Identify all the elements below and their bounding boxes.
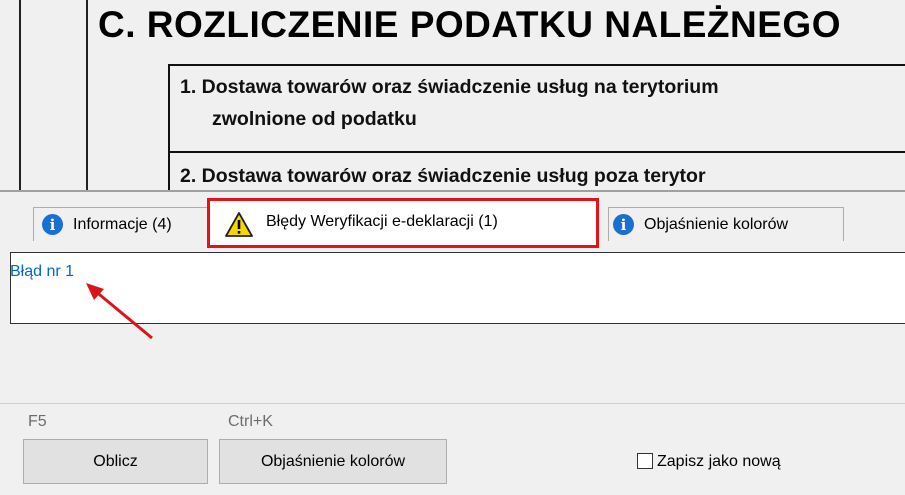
info-icon: i [613, 214, 634, 235]
save-as-new-label[interactable]: Zapisz jako nową [657, 453, 781, 471]
form-row-2-line-1: 2. Dostawa towarów oraz świadczenie usłu… [180, 165, 706, 187]
section-heading: C. ROZLICZENIE PODATKU NALEŻNEGO [98, 4, 841, 45]
color-legend-button[interactable]: Objaśnienie kolorów [219, 439, 447, 484]
tab-informacje-label: Informacje (4) [73, 215, 172, 233]
info-icon: i [42, 214, 63, 235]
form-border-left [19, 0, 21, 190]
annotation-arrow [86, 283, 153, 340]
form-row-1-line-1: 1. Dostawa towarów oraz świadczenie usłu… [180, 76, 719, 98]
calculate-button[interactable]: Oblicz [23, 439, 208, 484]
colors-shortcut-label: Ctrl+K [228, 413, 273, 430]
tab-objasnienie-kolorow[interactable]: i Objaśnienie kolorów [608, 207, 844, 241]
form-row-1-line-2: zwolnione od podatku [212, 108, 417, 130]
form-border-inner [86, 0, 88, 190]
footer-divider [0, 403, 905, 404]
form-row-2: 2. Dostawa towarów oraz świadczenie usłu… [168, 151, 905, 190]
tab-informacje[interactable]: i Informacje (4) [33, 207, 213, 241]
calc-shortcut-label: F5 [28, 413, 47, 430]
tab-objasnienie-kolorow-label: Objaśnienie kolorów [644, 215, 789, 233]
warning-icon [224, 211, 254, 239]
error-link[interactable]: Błąd nr 1 [10, 263, 74, 281]
save-as-new-checkbox[interactable] [637, 453, 653, 469]
tab-strip: i Informacje (4) i Objaśnienie kolorów B… [0, 192, 905, 252]
declaration-form: C. ROZLICZENIE PODATKU NALEŻNEGO 1. Dost… [0, 0, 905, 190]
tab-bledy-weryfikacji-label: Błędy Weryfikacji e-deklaracji (1) [266, 213, 498, 230]
tab-bledy-weryfikacji[interactable]: Błędy Weryfikacji e-deklaracji (1) [207, 198, 599, 248]
form-row-1: 1. Dostawa towarów oraz świadczenie usłu… [168, 64, 905, 153]
